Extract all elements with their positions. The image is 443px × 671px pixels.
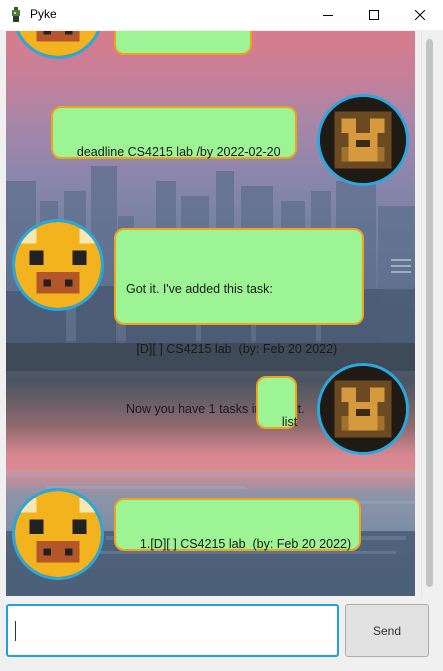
maximize-button[interactable]	[351, 0, 397, 30]
monkey-icon	[320, 366, 406, 452]
chat-scrollbar[interactable]	[421, 31, 436, 596]
minimize-icon	[323, 15, 333, 16]
user-avatar	[317, 94, 409, 186]
message-input[interactable]	[6, 604, 339, 657]
cow-icon	[15, 491, 101, 577]
cow-icon	[15, 222, 101, 308]
scrollbar-thumb[interactable]	[426, 39, 433, 587]
title-bar: Pyke	[0, 0, 443, 30]
user-message-text: list	[281, 415, 298, 429]
bot-message-line: Got it. I've added this task:	[126, 282, 273, 296]
user-message-bubble: list	[256, 376, 297, 429]
window-title: Pyke	[30, 7, 57, 21]
user-message-text: deadline CS4215 lab /by 2022-02-20	[76, 145, 281, 159]
bot-message-text: 1.[D][ ] CS4215 lab (by: Feb 20 2022)	[139, 537, 352, 551]
bot-avatar	[12, 219, 104, 311]
bot-message-bubble: 1.[D][ ] CS4215 lab (by: Feb 20 2022)	[114, 498, 361, 551]
monkey-icon	[320, 97, 406, 183]
app-icon	[12, 7, 20, 22]
bot-message-bubble: Got it. I've added this task: [D][ ] CS4…	[114, 228, 364, 416]
user-avatar	[317, 363, 409, 455]
close-button[interactable]	[397, 0, 443, 30]
chat-scroll-pane[interactable]: deadline CS4215 lab /by 2022-02-20 Got i…	[6, 31, 415, 596]
send-button[interactable]: Send	[345, 604, 429, 657]
user-message-bubble: deadline CS4215 lab /by 2022-02-20	[51, 106, 297, 159]
bot-message-line: [D][ ] CS4215 lab (by: Feb 20 2022)	[126, 342, 338, 356]
maximize-icon	[369, 10, 379, 20]
minimize-button[interactable]	[305, 0, 351, 30]
input-row: Send	[0, 597, 443, 671]
bot-avatar	[12, 488, 104, 580]
bot-message-bubble	[114, 31, 252, 55]
close-icon	[415, 10, 425, 20]
text-caret	[15, 621, 16, 641]
